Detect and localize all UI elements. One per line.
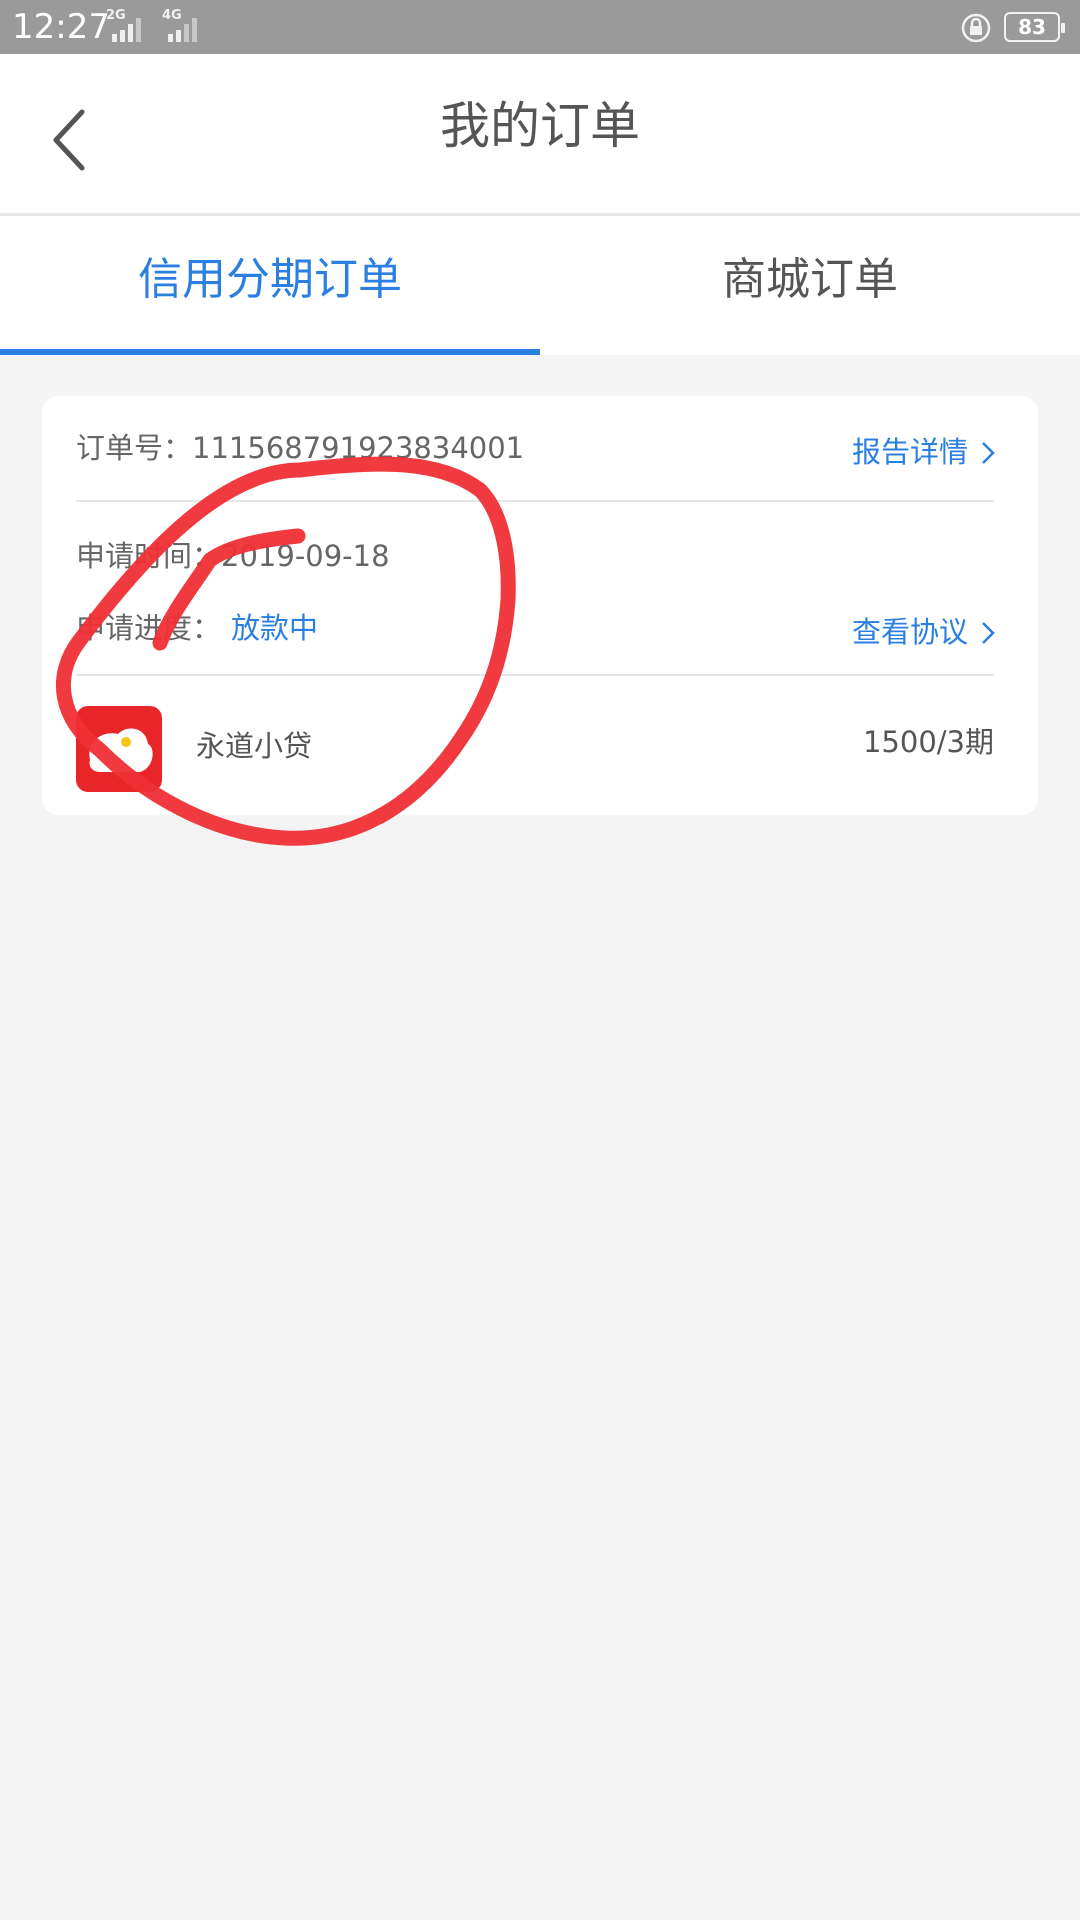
- apply-progress-label: 申请进度：: [76, 611, 222, 645]
- active-tab-indicator: [0, 349, 540, 355]
- apply-progress-status: 放款中: [231, 611, 319, 645]
- report-details-label: 报告详情: [851, 435, 968, 469]
- page-title: 我的订单: [440, 97, 640, 155]
- order-card[interactable]: 订单号：111568791923834001 报告详情 申请时间：2019-09…: [42, 396, 1038, 815]
- order-number: 订单号：111568791923834001: [76, 428, 524, 468]
- apply-time-value: 2019-09-18: [221, 539, 390, 573]
- apply-time-label: 申请时间：: [76, 539, 222, 573]
- view-agreement-link[interactable]: 查看协议: [852, 612, 996, 652]
- rotation-lock-icon: [961, 13, 991, 43]
- product-name: 永道小贷: [196, 729, 313, 763]
- divider: [76, 500, 994, 502]
- apply-time: 申请时间：2019-09-18: [76, 536, 390, 576]
- tab-bar: 信用分期订单 商城订单: [0, 216, 1080, 355]
- apply-progress: 申请进度： 放款中: [76, 608, 318, 648]
- loan-amount-terms: 1500/3期: [862, 725, 994, 759]
- signal-icon: 4G: [162, 8, 206, 42]
- battery-icon: 83: [1004, 12, 1065, 42]
- product-logo: [76, 706, 162, 792]
- chevron-right-icon: [980, 612, 996, 652]
- signal-icon: 2G: [106, 8, 150, 42]
- status-bar: 12:27 2G 4G 83: [0, 0, 1080, 54]
- divider: [76, 674, 994, 676]
- status-time: 12:27: [12, 7, 110, 47]
- order-number-value: 111568791923834001: [192, 431, 525, 465]
- tab-mall-orders[interactable]: 商城订单: [540, 216, 1080, 355]
- order-number-label: 订单号：: [76, 431, 193, 465]
- report-details-link[interactable]: 报告详情: [852, 432, 996, 472]
- title-bar: 我的订单: [0, 54, 1080, 216]
- view-agreement-label: 查看协议: [851, 615, 968, 649]
- chevron-right-icon: [980, 432, 996, 472]
- tab-credit-installment-orders[interactable]: 信用分期订单: [0, 216, 540, 355]
